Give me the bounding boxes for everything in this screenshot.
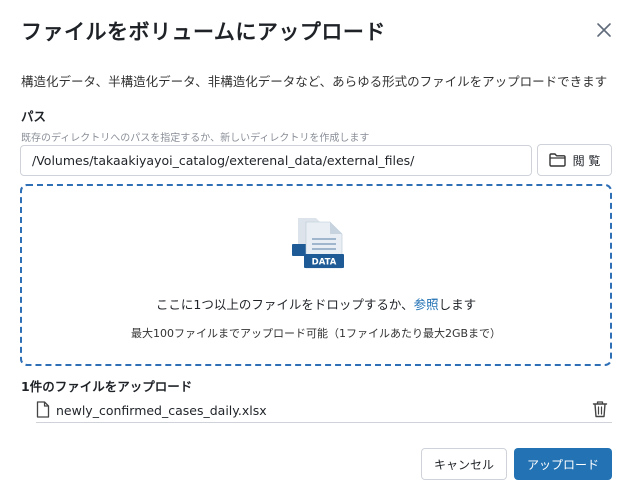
data-badge-label: DATA — [312, 258, 337, 268]
dropzone-instruction: ここに1つ以上のファイルをドロップするか、参照します — [22, 294, 610, 313]
folder-icon — [548, 153, 566, 167]
cancel-button[interactable]: キャンセル — [421, 448, 507, 480]
browse-label: 閲 覧 — [572, 153, 601, 168]
dropzone-limit-text: 最大100ファイルまでアップロード可能（1ファイルあたり最大2GBまで） — [130, 327, 502, 340]
path-input[interactable] — [20, 145, 532, 176]
upload-dialog: ファイルをボリュームにアップロード 構造化データ、半構造化データ、非構造化データ… — [0, 0, 634, 500]
path-label: パス — [21, 109, 47, 124]
dropzone-text-before: ここに1つ以上のファイルをドロップするか、 — [155, 297, 414, 312]
file-dropzone[interactable]: DATA ここに1つ以上のファイルをドロップするか、参照します 最大100ファイ… — [20, 184, 612, 366]
dialog-title: ファイルをボリュームにアップロード — [21, 20, 386, 44]
browse-button[interactable]: 閲 覧 — [537, 144, 612, 176]
upload-list-heading: 1件のファイルをアップロード — [21, 379, 193, 394]
document-icon — [36, 401, 50, 418]
close-icon[interactable] — [592, 18, 616, 42]
trash-icon[interactable] — [592, 400, 608, 418]
path-hint: 既存のディレクトリへのパスを指定するか、新しいディレクトリを作成します — [21, 133, 370, 144]
file-list-item: newly_confirmed_cases_daily.xlsx — [36, 397, 612, 423]
dialog-description: 構造化データ、半構造化データ、非構造化データなど、あらゆる形式のファイルをアップ… — [21, 74, 608, 89]
file-name: newly_confirmed_cases_daily.xlsx — [56, 403, 267, 418]
dropzone-text-after: します — [438, 297, 477, 312]
data-file-icon: DATA — [292, 216, 348, 272]
upload-button[interactable]: アップロード — [514, 448, 612, 480]
browse-link[interactable]: 参照 — [414, 297, 439, 312]
